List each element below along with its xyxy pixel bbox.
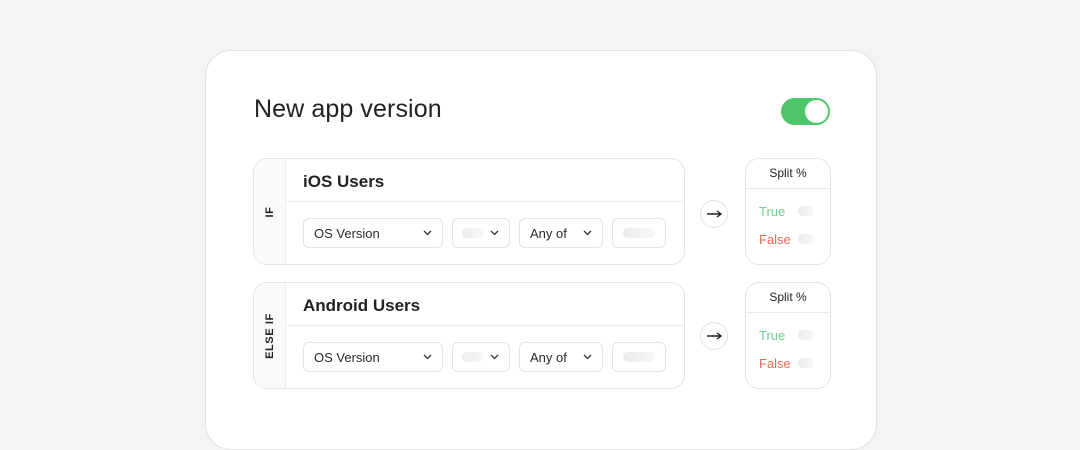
false-value-pill[interactable] — [798, 234, 814, 244]
toggle-knob — [805, 100, 828, 123]
operator-select[interactable]: Any of — [519, 218, 603, 248]
divider — [286, 325, 684, 326]
value-input[interactable] — [612, 218, 666, 248]
split-panel: Split % True False — [745, 282, 831, 389]
true-value-pill[interactable] — [798, 330, 814, 340]
divider — [286, 201, 684, 202]
true-value-pill[interactable] — [798, 206, 814, 216]
true-label: True — [759, 204, 786, 219]
rule-name: iOS Users — [303, 172, 385, 191]
value-input[interactable] — [612, 342, 666, 372]
field-select-value: OS Version — [314, 226, 380, 241]
true-label: True — [759, 328, 786, 343]
placeholder-pill — [623, 228, 655, 238]
rule-block-ios: IF iOS Users OS Version Any of — [253, 158, 685, 265]
placeholder-pill — [462, 352, 484, 362]
false-value-pill[interactable] — [798, 358, 814, 368]
field-select[interactable]: OS Version — [303, 218, 443, 248]
false-label: False — [759, 232, 791, 247]
operator-select[interactable]: Any of — [519, 342, 603, 372]
rule-card: New app version IF iOS Users OS Version … — [205, 50, 877, 450]
operator-select-value: Any of — [530, 350, 567, 365]
operator-select-value: Any of — [530, 226, 567, 241]
arrow-right-icon — [707, 332, 723, 340]
placeholder-pill — [462, 228, 484, 238]
chevron-down-icon — [490, 354, 499, 360]
condition-sidebar: IF — [254, 159, 286, 264]
condition-label: ELSE IF — [263, 312, 276, 359]
condition-label: IF — [263, 206, 276, 217]
value-type-select[interactable] — [452, 218, 510, 248]
arrow-right-icon — [707, 210, 723, 218]
split-panel: Split % True False — [745, 158, 831, 265]
placeholder-pill — [623, 352, 655, 362]
chevron-down-icon — [423, 354, 432, 360]
arrow-right-button[interactable] — [700, 200, 728, 228]
split-header: Split % — [746, 159, 830, 189]
card-title: New app version — [254, 95, 442, 123]
rule-block-android: ELSE IF Android Users OS Version Any of — [253, 282, 685, 389]
chevron-down-icon — [583, 230, 592, 236]
split-header: Split % — [746, 283, 830, 313]
chevron-down-icon — [583, 354, 592, 360]
field-select[interactable]: OS Version — [303, 342, 443, 372]
chevron-down-icon — [423, 230, 432, 236]
rule-name: Android Users — [303, 296, 421, 315]
arrow-right-button[interactable] — [700, 322, 728, 350]
false-label: False — [759, 356, 791, 371]
condition-sidebar: ELSE IF — [254, 283, 286, 388]
chevron-down-icon — [490, 230, 499, 236]
field-select-value: OS Version — [314, 350, 380, 365]
value-type-select[interactable] — [452, 342, 510, 372]
enable-toggle[interactable] — [781, 98, 830, 125]
